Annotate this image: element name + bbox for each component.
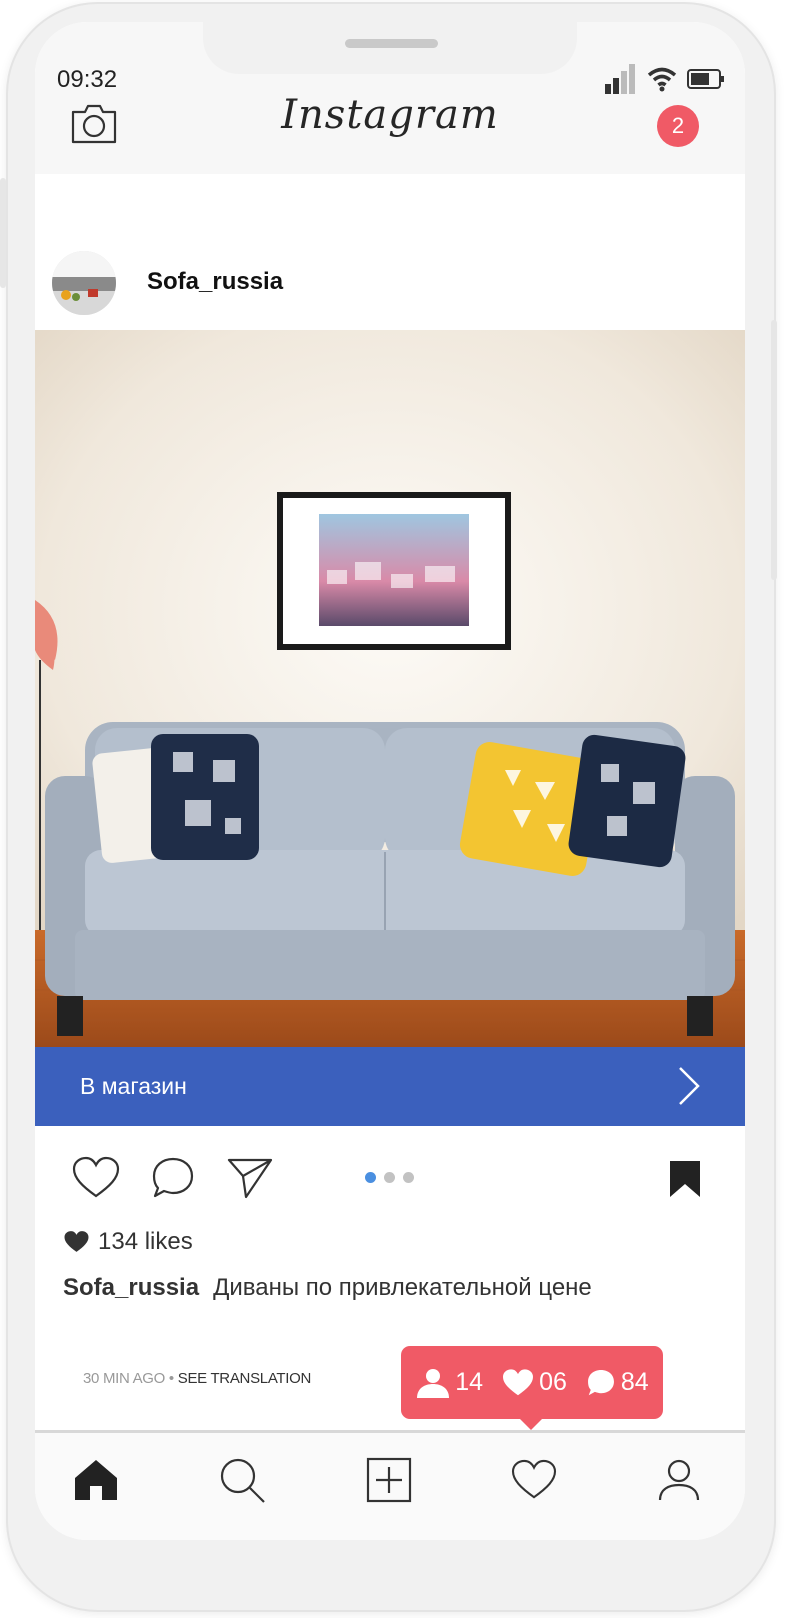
nav-activity[interactable]: [509, 1455, 559, 1505]
status-icons: [605, 64, 725, 94]
signal-icon: [605, 64, 635, 94]
chevron-right-icon: [679, 1067, 700, 1105]
speaker: [345, 39, 438, 48]
wifi-icon: [647, 67, 677, 92]
carousel-dot[interactable]: [365, 1172, 376, 1183]
shop-cta-label: В магазин: [80, 1073, 187, 1099]
post-time: 30 MIN AGO: [83, 1370, 166, 1387]
comment-icon[interactable]: [151, 1156, 195, 1200]
activity-comments: 84: [585, 1368, 649, 1398]
activity-popup[interactable]: 14 06 84: [401, 1346, 663, 1430]
status-time: 09:32: [57, 66, 118, 93]
add-post-icon: [366, 1457, 412, 1503]
nav-add[interactable]: [364, 1455, 414, 1505]
post-caption: Sofa_russia Диваны по привлекательной цен…: [63, 1274, 592, 1302]
carousel-dot[interactable]: [403, 1172, 414, 1183]
volume-button: [0, 178, 6, 288]
heart-filled-icon: [503, 1368, 534, 1395]
heart-icon[interactable]: [72, 1156, 120, 1200]
instagram-logo: Instagram: [281, 92, 499, 138]
send-icon[interactable]: [226, 1156, 274, 1200]
post-actions: [35, 1152, 745, 1212]
activity-likes: 06: [501, 1368, 567, 1398]
screen: 09:32 Instagram 2 Sofa_russia В магазин …: [35, 22, 745, 1540]
meta-separator: •: [168, 1370, 174, 1387]
carousel-dot[interactable]: [384, 1172, 395, 1183]
popup-pointer: [519, 1418, 543, 1430]
bottom-nav: [35, 1430, 745, 1540]
comment-filled-icon: [587, 1369, 614, 1395]
comments-count: 84: [620, 1368, 649, 1396]
heart-icon: [511, 1459, 557, 1499]
caption-username[interactable]: Sofa_russia: [63, 1274, 199, 1301]
shop-cta-bar[interactable]: В магазин: [35, 1047, 745, 1126]
home-icon: [75, 1460, 117, 1500]
bookmark-icon[interactable]: [668, 1159, 702, 1199]
likes-count[interactable]: 134 likes: [63, 1228, 193, 1256]
profile-icon: [658, 1459, 700, 1501]
nav-profile[interactable]: [654, 1455, 704, 1505]
battery-icon: [687, 69, 724, 89]
followers-count: 14: [455, 1368, 484, 1396]
see-translation-link[interactable]: SEE TRANSLATION: [178, 1370, 312, 1387]
post-photo[interactable]: [35, 330, 745, 1047]
nav-home[interactable]: [71, 1455, 121, 1505]
post-meta: 30 MIN AGO • SEE TRANSLATION: [83, 1370, 311, 1387]
caption-text: Диваны по привлекательной цене: [213, 1274, 592, 1301]
post-header: Sofa_russia: [35, 248, 745, 330]
search-icon: [220, 1458, 265, 1503]
heart-filled-icon: [64, 1231, 89, 1252]
notch: [203, 22, 577, 74]
power-button: [771, 320, 777, 580]
activity-followers: 14: [415, 1368, 483, 1398]
carousel-dots: [365, 1172, 414, 1183]
user-icon: [417, 1368, 450, 1398]
likes-activity-count: 06: [539, 1368, 567, 1396]
likes-text: 134 likes: [98, 1228, 193, 1255]
avatar[interactable]: [52, 251, 116, 315]
nav-search[interactable]: [217, 1455, 267, 1505]
post-username[interactable]: Sofa_russia: [147, 268, 283, 296]
notification-badge[interactable]: 2: [657, 105, 699, 147]
